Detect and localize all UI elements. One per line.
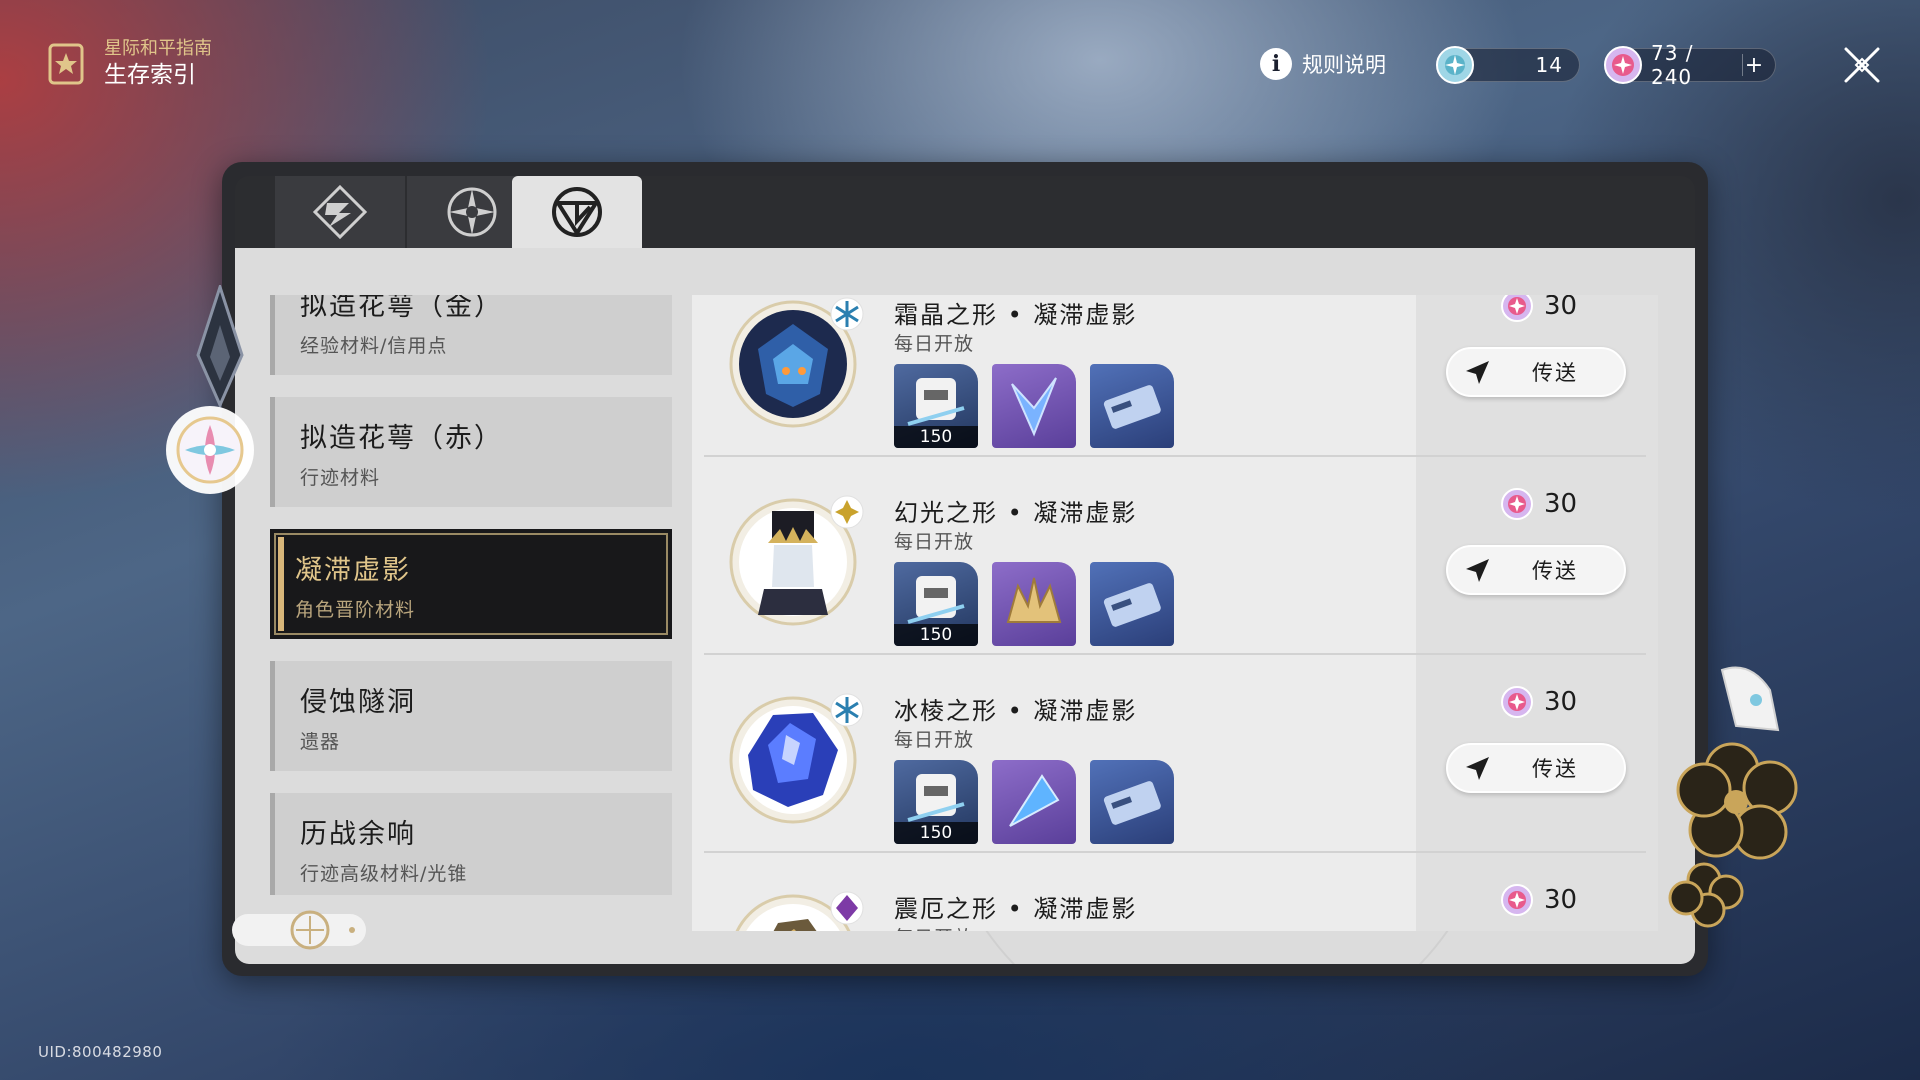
tab-cavern[interactable] [275,176,405,248]
shadow-schedule: 每日开放 [894,923,974,931]
ice-element-icon [830,693,864,727]
teleport-button[interactable]: 传送 [1446,347,1626,397]
trailblaze-power-counter: 73 / 240 + [1603,41,1776,89]
app-title-text: 生存索引 [104,62,196,88]
menu-item-stagnant-shadow[interactable]: 凝滞虚影 角色晋阶材料 [270,529,672,639]
menu-item-title: 拟造花萼（金） [300,295,503,322]
teleport-label: 传送 [1532,757,1578,781]
teleport-label: 传送 [1532,361,1578,385]
trailblaze-power-value: 73 / 240 [1650,41,1694,89]
shadow-name: 霜晶之形 • 凝滞虚影 [894,301,1138,329]
stellar-jade-counter: 14 [1436,46,1580,84]
menu-item-cavern-of-corrosion[interactable]: 侵蚀隧洞 遗器 [270,661,672,771]
menu-item-subtitle: 经验材料/信用点 [300,335,448,357]
category-menu: 拟造花萼（金） 经验材料/信用点 拟造花萼（赤） 行迹材料 凝滞虚影 角色晋阶材… [270,295,672,895]
rules-button[interactable]: i 规则说明 [1260,48,1386,80]
power-cost-value: 30 [1544,489,1578,519]
add-power-button[interactable]: + [1742,53,1765,78]
ice-shard-icon [1009,774,1060,827]
list-item: 震厄之形 • 凝滞虚影 每日开放 30 [692,853,1658,931]
reward-exp-material[interactable]: 150 [894,364,978,448]
rules-label: 规则说明 [1302,53,1386,77]
pom-pom-decoration [232,910,366,950]
power-cost-value: 30 [1544,687,1578,717]
shadow-schedule: 每日开放 [894,531,975,553]
ice-crystal-icon [1011,377,1057,437]
reward-credit-card[interactable] [1090,760,1174,844]
list-item: 幻光之形 • 凝滞虚影 每日开放 150 30 传送 [692,457,1658,655]
reward-quantity: 150 [894,624,978,646]
shadow-tab-icon [552,187,602,237]
ornament-decoration [166,285,254,494]
menu-item-calyx-gold[interactable]: 拟造花萼（金） 经验材料/信用点 [270,295,672,375]
power-cost: 30 [1500,883,1577,917]
app-subtitle: 星际和平指南 [104,38,212,59]
menu-item-title: 凝滞虚影 [295,555,411,586]
teleport-button[interactable]: 传送 [1446,545,1626,595]
power-cost-value: 30 [1544,295,1578,321]
menu-item-title: 历战余响 [300,819,416,850]
credit-card-icon [1103,781,1161,825]
reward-quantity: 150 [894,426,978,448]
menu-item-subtitle: 遗器 [300,731,341,753]
menu-item-title: 拟造花萼（赤） [300,423,503,454]
credit-card-icon [1103,385,1161,429]
reward-ascension-material[interactable] [992,364,1076,448]
stellar-jade-value: 14 [1535,53,1563,77]
menu-item-subtitle: 行迹高级材料/光锥 [300,863,468,885]
imaginary-element-icon [830,495,864,529]
teleport-arrow-icon [1466,361,1489,384]
tab-stagnant-shadow[interactable] [512,176,642,248]
shadow-list: 霜晶之形 • 凝滞虚影 每日开放 150 30 传送 幻光之形 • 凝滞虚影 每… [692,295,1658,931]
trailblaze-power-icon [1501,686,1533,718]
menu-item-subtitle: 行迹材料 [300,467,381,489]
trailblaze-power-icon [1501,488,1533,520]
close-icon[interactable] [1842,45,1882,85]
calyx-tab-icon [447,187,497,237]
power-cost: 30 [1500,295,1577,323]
reward-credit-card[interactable] [1090,364,1174,448]
stellar-jade-icon [1436,46,1474,84]
flower-decoration [1668,666,1798,928]
shadow-name: 震厄之形 • 凝滞虚影 [894,895,1138,923]
menu-item-title: 侵蚀隧洞 [300,687,416,718]
reward-credit-card[interactable] [1090,562,1174,646]
power-cost: 30 [1500,685,1577,719]
shadow-schedule: 每日开放 [894,729,975,751]
menu-item-calyx-crimson[interactable]: 拟造花萼（赤） 行迹材料 [270,397,672,507]
lightning-element-icon [830,891,864,925]
list-item: 霜晶之形 • 凝滞虚影 每日开放 150 30 传送 [692,295,1658,457]
golden-crown-icon [1006,577,1062,623]
power-cost: 30 [1500,487,1577,521]
reward-quantity: 150 [894,822,978,844]
teleport-button[interactable]: 传送 [1446,743,1626,793]
reward-exp-material[interactable]: 150 [894,562,978,646]
info-icon: i [1260,48,1292,80]
power-cost-value: 30 [1544,885,1578,915]
reward-exp-material[interactable]: 150 [894,760,978,844]
menu-item-subtitle: 角色晋阶材料 [295,599,416,621]
trailblaze-power-icon [1501,295,1533,322]
trailblaze-power-icon [1501,884,1533,916]
shadow-name: 幻光之形 • 凝滞虚影 [894,499,1138,527]
shadow-name: 冰棱之形 • 凝滞虚影 [894,697,1138,725]
reward-ascension-material[interactable] [992,760,1076,844]
trailblaze-power-icon [1603,46,1642,84]
ice-element-icon [830,297,864,331]
teleport-arrow-icon [1466,757,1489,780]
teleport-arrow-icon [1466,559,1489,582]
app-title: 星际和平指南 生存索引 [42,38,212,90]
guide-book-icon [48,43,84,85]
teleport-label: 传送 [1532,559,1578,583]
user-uid: UID:800482980 [38,1043,163,1061]
menu-item-echo-of-war[interactable]: 历战余响 行迹高级材料/光锥 [270,793,672,895]
cavern-tab-icon [312,184,368,240]
credit-card-icon [1103,583,1161,627]
shadow-schedule: 每日开放 [894,333,975,355]
reward-ascension-material[interactable] [992,562,1076,646]
list-item: 冰棱之形 • 凝滞虚影 每日开放 150 30 传送 [692,655,1658,853]
